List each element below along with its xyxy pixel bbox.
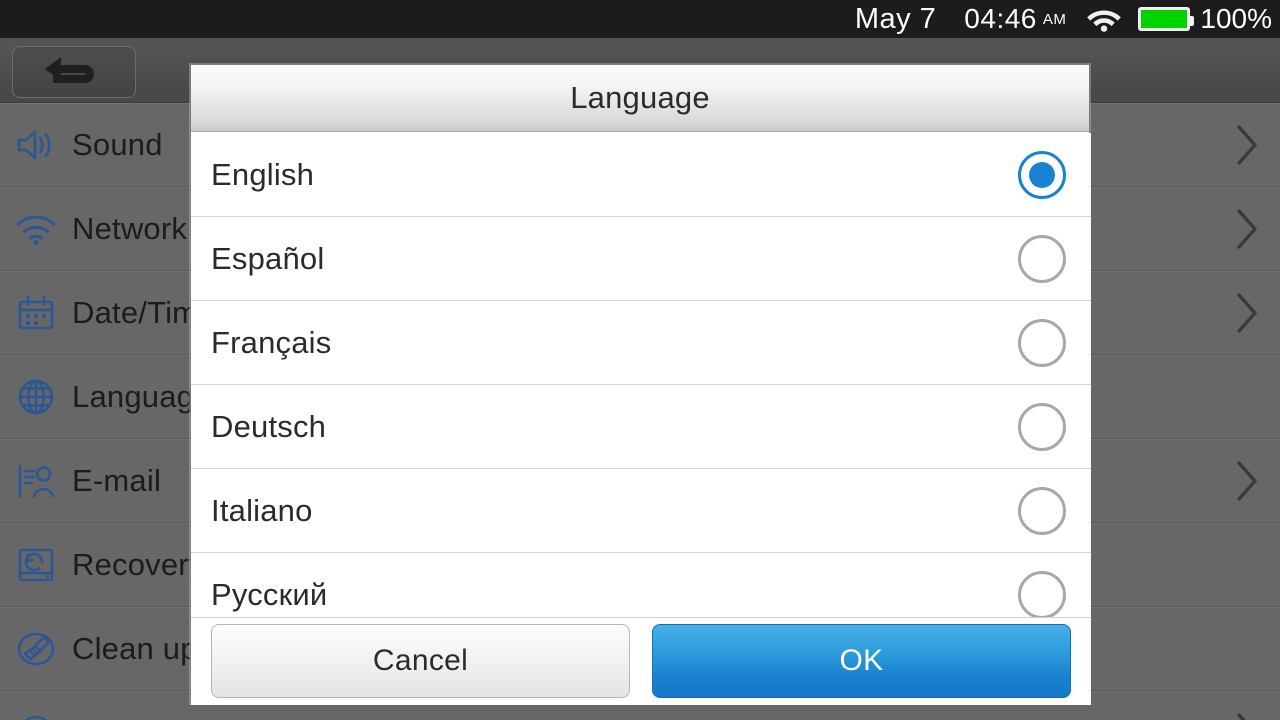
language-option-label: Русский bbox=[211, 576, 328, 612]
status-bar: May 7 04:46 AM 100% bbox=[0, 0, 1280, 38]
chevron-right-icon bbox=[1237, 208, 1257, 249]
language-option-deutsch[interactable]: Deutsch bbox=[191, 385, 1091, 469]
chevron-right-icon bbox=[1237, 712, 1247, 720]
chevron-right-icon bbox=[1237, 124, 1257, 165]
language-option-francais[interactable]: Français bbox=[191, 301, 1091, 385]
restore-icon bbox=[0, 546, 72, 584]
settings-row-label: E-mail bbox=[72, 462, 162, 498]
status-ampm: AM bbox=[1042, 10, 1067, 28]
language-option-label: Español bbox=[211, 240, 325, 276]
settings-row-label: Sound bbox=[72, 126, 163, 162]
chevron-right-icon bbox=[1237, 460, 1257, 501]
radio-button[interactable] bbox=[1018, 318, 1066, 367]
radio-button[interactable] bbox=[1018, 234, 1066, 283]
dialog-title: Language bbox=[570, 80, 710, 115]
radio-button[interactable] bbox=[1018, 402, 1066, 451]
speaker-icon bbox=[0, 128, 72, 162]
contact-icon bbox=[0, 463, 72, 499]
settings-row-label: Clean up bbox=[72, 630, 198, 666]
brush-icon bbox=[0, 630, 72, 668]
dialog-button-bar: Cancel OK bbox=[191, 617, 1091, 703]
status-date: May 7 bbox=[854, 2, 937, 35]
wifi-icon bbox=[1087, 10, 1122, 32]
settings-row-label: Network bbox=[72, 210, 188, 246]
cancel-button[interactable]: Cancel bbox=[211, 623, 630, 698]
battery-icon bbox=[1138, 7, 1195, 31]
language-option-italiano[interactable]: Italiano bbox=[191, 469, 1091, 553]
settings-row-label: Recovery bbox=[72, 546, 205, 582]
calendar-icon bbox=[0, 294, 72, 332]
battery-percent: 100% bbox=[1200, 3, 1272, 34]
language-option-label: English bbox=[211, 156, 315, 192]
settings-row-label: About bbox=[72, 715, 154, 720]
wifi-icon bbox=[0, 213, 72, 245]
globe-icon bbox=[0, 378, 72, 416]
chevron-right-icon bbox=[1237, 292, 1257, 333]
radio-button[interactable] bbox=[1018, 570, 1066, 619]
language-option-label: Italiano bbox=[211, 492, 313, 528]
ok-button[interactable]: OK bbox=[652, 623, 1071, 698]
back-arrow-icon bbox=[45, 57, 94, 83]
language-option-label: Français bbox=[211, 324, 332, 360]
language-option-english[interactable]: English bbox=[191, 133, 1091, 217]
radio-button[interactable] bbox=[1018, 150, 1066, 199]
info-icon bbox=[0, 714, 72, 720]
screen: May 7 04:46 AM 100% Sound Network Date/T… bbox=[0, 0, 1280, 720]
language-dialog: Language English Español Français Deutsc… bbox=[190, 64, 1091, 705]
back-button[interactable] bbox=[12, 46, 136, 98]
status-time: 04:46 bbox=[964, 3, 1037, 34]
language-option-label: Deutsch bbox=[211, 408, 327, 444]
dialog-header: Language bbox=[191, 65, 1089, 132]
language-option-espanol[interactable]: Español bbox=[191, 217, 1091, 301]
radio-button[interactable] bbox=[1018, 486, 1066, 535]
